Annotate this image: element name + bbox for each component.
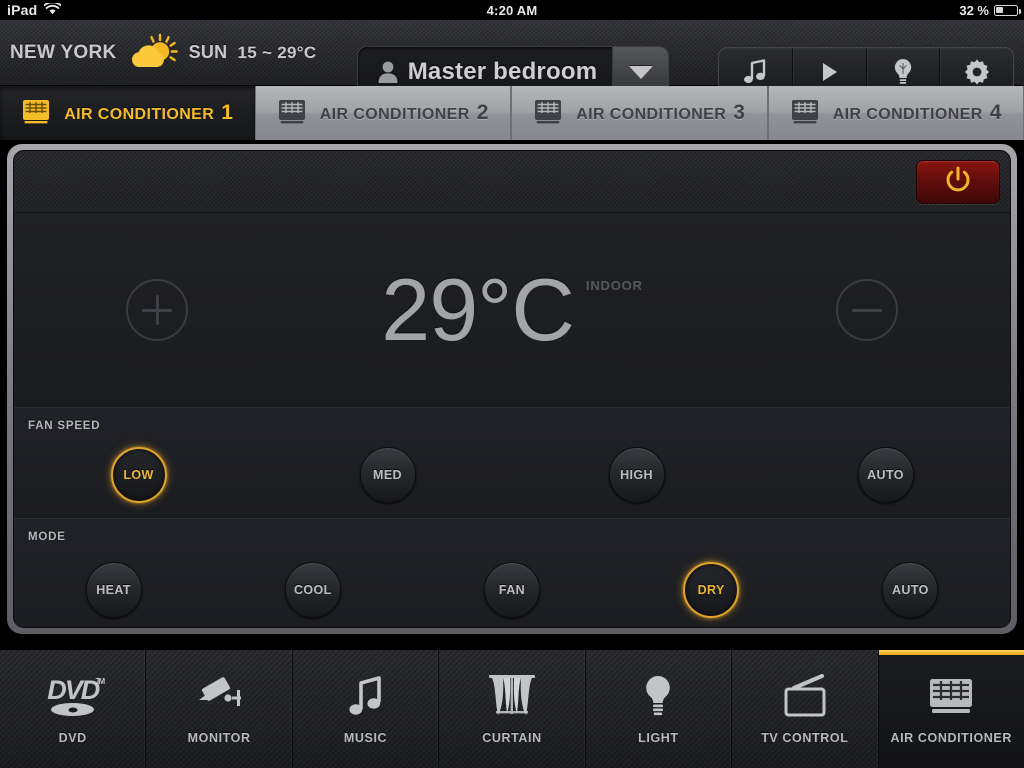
fan-speed-title: FAN SPEED bbox=[28, 420, 101, 432]
power-button[interactable] bbox=[916, 160, 1000, 204]
tab-label: AIR CONDITIONER 4 bbox=[833, 101, 1002, 125]
battery-percent-label: 32 % bbox=[959, 2, 989, 18]
lightbulb-icon bbox=[641, 673, 675, 721]
air-conditioner-icon bbox=[533, 96, 563, 131]
air-conditioner-icon bbox=[927, 673, 975, 721]
app-header: NEW YORK SUN 15 ~ 29°C Master bedroom bbox=[0, 20, 1024, 98]
air-conditioner-icon bbox=[21, 96, 51, 131]
nav-item-music[interactable]: MUSIC bbox=[292, 650, 440, 768]
room-name-label: Master bedroom bbox=[407, 58, 598, 85]
nav-label: DVD bbox=[58, 731, 87, 745]
mode-heat-button[interactable]: HEAT bbox=[85, 562, 142, 618]
tab-label-text: AIR CONDITIONER bbox=[576, 106, 727, 123]
ipad-screen: iPad 4:20 AM 32 % NEW YORK SUN 15 ~ 29°C… bbox=[0, 0, 1024, 768]
panel-top-strip bbox=[14, 151, 1010, 213]
mode-section: MODE HEAT COOL FAN DRY AUTO bbox=[14, 519, 1010, 627]
mode-cool-button[interactable]: COOL bbox=[284, 562, 341, 618]
dvd-icon: DVD TM bbox=[47, 673, 105, 721]
temperature-source-label: INDOOR bbox=[585, 278, 643, 293]
battery-icon bbox=[994, 4, 1021, 16]
tab-air-conditioner-3[interactable]: AIR CONDITIONER 3 bbox=[511, 86, 768, 140]
weather-forecast: SUN 15 ~ 29°C bbox=[189, 42, 317, 63]
nav-label: AIR CONDITIONER bbox=[890, 731, 1012, 745]
mode-title: MODE bbox=[28, 531, 66, 543]
status-bar-right: 32 % bbox=[959, 0, 1021, 20]
temperature-decrease-button[interactable] bbox=[836, 279, 898, 341]
nav-label: MUSIC bbox=[343, 731, 388, 745]
fan-speed-auto-button[interactable]: AUTO bbox=[857, 447, 914, 503]
tab-air-conditioner-2[interactable]: AIR CONDITIONER 2 bbox=[254, 86, 511, 140]
weather-city: NEW YORK bbox=[10, 41, 117, 63]
fan-speed-options: LOW MED HIGH AUTO bbox=[14, 432, 1010, 518]
tab-label: AIR CONDITIONER 3 bbox=[576, 101, 745, 125]
tab-number: 3 bbox=[733, 101, 746, 124]
fan-speed-med-button[interactable]: MED bbox=[359, 447, 416, 503]
tab-label-text: AIR CONDITIONER bbox=[319, 106, 470, 123]
nav-item-light[interactable]: LIGHT bbox=[585, 650, 733, 768]
bottom-navigation: DVD TM DVD MONITOR MUSIC CURTAIN LIGHT T… bbox=[0, 650, 1024, 768]
power-icon bbox=[945, 166, 971, 199]
nav-item-curtain[interactable]: CURTAIN bbox=[439, 650, 586, 768]
tv-icon bbox=[780, 673, 830, 721]
air-conditioner-icon bbox=[277, 96, 307, 131]
nav-label: LIGHT bbox=[638, 731, 679, 745]
temperature-increase-button[interactable] bbox=[126, 279, 188, 341]
tab-number: 2 bbox=[476, 101, 489, 124]
tab-label: AIR CONDITIONER 2 bbox=[320, 101, 489, 125]
weather-widget: NEW YORK SUN 15 ~ 29°C bbox=[0, 33, 316, 73]
tab-number: 1 bbox=[221, 101, 234, 124]
status-bar-clock: 4:20 AM bbox=[486, 2, 538, 18]
mode-dry-button[interactable]: DRY bbox=[683, 562, 740, 618]
air-conditioner-panel: 29°C INDOOR FAN SPEED LOW MED HIGH AUTO … bbox=[7, 144, 1017, 634]
nav-item-tv-control[interactable]: TV CONTROL bbox=[732, 650, 879, 768]
mode-options: HEAT COOL FAN DRY AUTO bbox=[14, 543, 1010, 627]
status-bar: iPad 4:20 AM 32 % bbox=[0, 0, 1024, 20]
fan-speed-high-button[interactable]: HIGH bbox=[608, 447, 665, 503]
mode-auto-button[interactable]: AUTO bbox=[882, 562, 939, 618]
tab-label: AIR CONDITIONER 1 bbox=[64, 101, 233, 125]
temperature-readout: 29°C INDOOR bbox=[381, 266, 642, 354]
nav-label: MONITOR bbox=[187, 731, 251, 745]
fan-speed-section: FAN SPEED LOW MED HIGH AUTO bbox=[14, 408, 1010, 519]
tab-label-text: AIR CONDITIONER bbox=[832, 106, 983, 123]
air-conditioner-tabs: AIR CONDITIONER 1 AIR CONDITIONER 2 AIR … bbox=[0, 86, 1024, 140]
nav-item-air-conditioner[interactable]: AIR CONDITIONER bbox=[878, 650, 1024, 768]
temperature-display: 29°C INDOOR bbox=[14, 213, 1010, 408]
tab-air-conditioner-1[interactable]: AIR CONDITIONER 1 bbox=[0, 86, 255, 140]
air-conditioner-icon bbox=[790, 96, 820, 131]
nav-label: TV CONTROL bbox=[761, 731, 849, 745]
nav-item-monitor[interactable]: MONITOR bbox=[146, 650, 293, 768]
nav-label: CURTAIN bbox=[482, 731, 542, 745]
tab-air-conditioner-4[interactable]: AIR CONDITIONER 4 bbox=[767, 86, 1024, 140]
weather-temp-range: 15 ~ 29°C bbox=[237, 43, 317, 62]
tab-number: 4 bbox=[989, 101, 1002, 124]
nav-item-dvd[interactable]: DVD TM DVD bbox=[0, 650, 147, 768]
minus-icon bbox=[852, 308, 882, 312]
weather-day: SUN bbox=[188, 42, 228, 62]
temperature-value: 29°C bbox=[381, 260, 575, 359]
curtain-icon bbox=[486, 673, 538, 721]
sun-behind-cloud-icon bbox=[127, 33, 179, 73]
panel-inner: 29°C INDOOR FAN SPEED LOW MED HIGH AUTO … bbox=[13, 150, 1011, 628]
tab-label-text: AIR CONDITIONER bbox=[64, 106, 215, 123]
music-note-icon bbox=[346, 673, 386, 721]
mode-fan-button[interactable]: FAN bbox=[484, 562, 540, 618]
fan-speed-low-button[interactable]: LOW bbox=[110, 447, 167, 503]
security-camera-icon bbox=[193, 673, 245, 721]
